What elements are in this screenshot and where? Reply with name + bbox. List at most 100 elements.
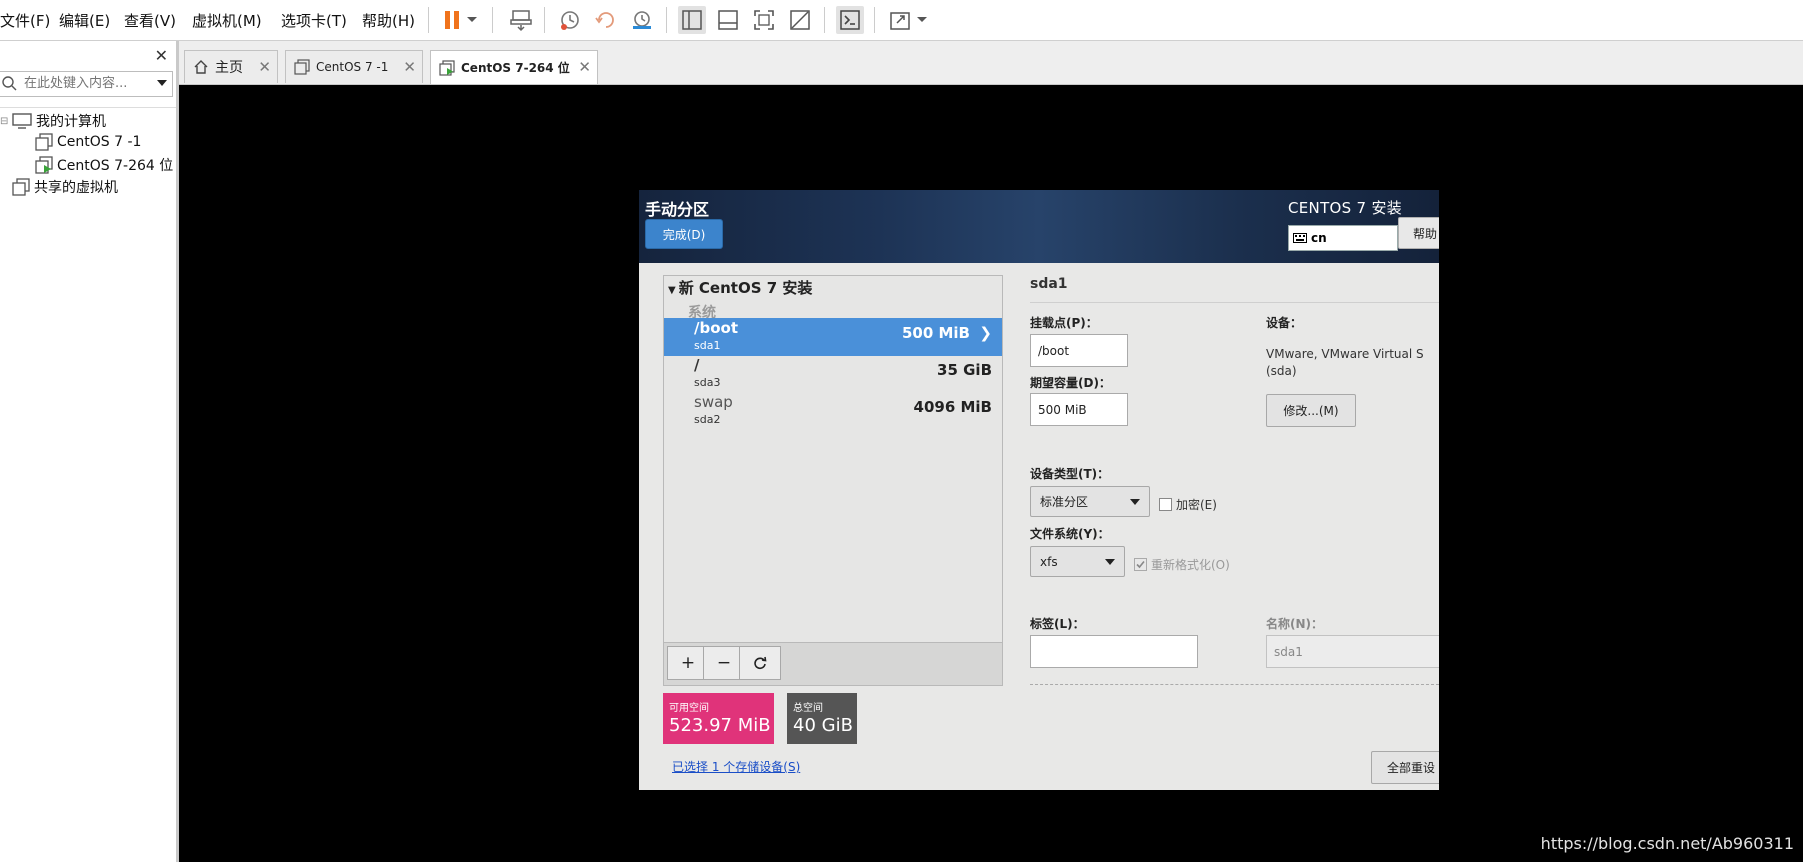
tree-item-label: CentOS 7 -1: [57, 134, 142, 150]
storage-device-link[interactable]: 已选择 1 个存储设备(S): [672, 758, 800, 775]
mount-point-input[interactable]: [1030, 334, 1128, 367]
fullscreen-icon[interactable]: [750, 6, 778, 34]
encrypt-label: 加密(E): [1176, 498, 1217, 512]
filesystem-label: 文件系统(Y)：: [1030, 527, 1110, 541]
close-icon[interactable]: ✕: [403, 58, 416, 76]
partition-device: sda3: [694, 376, 721, 389]
snapshot-icon[interactable]: [556, 6, 584, 34]
encrypt-checkbox[interactable]: 加密(E): [1159, 496, 1217, 513]
install-group-header[interactable]: ▼ 新 CentOS 7 安装: [668, 277, 812, 298]
page-title: 手动分区: [645, 200, 710, 219]
send-ctrl-alt-del-icon[interactable]: [507, 6, 535, 34]
menu-tabs[interactable]: 选项卡(T): [281, 10, 347, 31]
menu-file[interactable]: 文件(F): [0, 10, 50, 31]
thumbnail-view-icon[interactable]: [714, 6, 742, 34]
divider: [0, 107, 176, 108]
tab-label: 主页: [215, 60, 243, 76]
library-view-icon[interactable]: [678, 6, 706, 34]
partition-list-pane: ▼ 新 CentOS 7 安装 系统 /boot sda1 500 MiB ❯ /…: [663, 275, 1003, 686]
toolbar-separator: [874, 7, 875, 33]
keyboard-layout-label: cn: [1311, 231, 1327, 245]
library-search: [0, 71, 173, 97]
reset-all-button[interactable]: 全部重设: [1371, 751, 1439, 784]
device-label: 设备：: [1266, 316, 1303, 330]
reformat-checkbox[interactable]: 重新格式化(O): [1134, 556, 1230, 573]
filesystem-select[interactable]: xfs: [1030, 546, 1125, 577]
partition-row-root[interactable]: / sda3 35 GiB: [664, 355, 1002, 393]
tab-label: CentOS 7 -1: [316, 60, 389, 74]
keyboard-icon: [1293, 233, 1307, 243]
desired-capacity-label: 期望容量(D)：: [1030, 376, 1111, 390]
console-icon[interactable]: [836, 6, 864, 34]
tree-item-shared[interactable]: 共享的虚拟机: [12, 177, 118, 197]
snapshot-manager-icon[interactable]: [628, 6, 656, 34]
menu-help[interactable]: 帮助(H): [362, 10, 415, 31]
dropdown-arrow-icon[interactable]: [914, 6, 930, 34]
keyboard-layout-indicator[interactable]: cn: [1288, 225, 1398, 251]
pause-icon[interactable]: [438, 6, 466, 34]
tree-item-vm[interactable]: CentOS 7 -1: [35, 133, 141, 151]
tree-item-label: 共享的虚拟机: [34, 180, 118, 196]
install-group-label: 新 CentOS 7 安装: [678, 279, 813, 297]
device-type-value: 标准分区: [1040, 495, 1089, 509]
divider: [1030, 302, 1439, 303]
collapse-icon[interactable]: ⊟: [0, 116, 8, 127]
expand-triangle-icon[interactable]: ▼: [668, 285, 676, 296]
partition-detail-title: sda1: [1030, 276, 1068, 292]
reset-partition-button[interactable]: [739, 646, 781, 680]
stretch-icon[interactable]: [886, 6, 914, 34]
tree-item-label: CentOS 7-264 位: [57, 158, 174, 174]
toolbar-separator: [666, 7, 667, 33]
vm-running-icon: [439, 59, 455, 76]
shared-vm-icon: [12, 178, 30, 196]
filesystem-value: xfs: [1040, 554, 1058, 569]
search-icon: [2, 76, 17, 91]
partition-device: sda1: [694, 339, 721, 352]
menu-vm[interactable]: 虚拟机(M): [192, 10, 262, 31]
partition-toolbar: + −: [664, 642, 1002, 685]
search-input[interactable]: [24, 73, 144, 93]
tab-centos-264[interactable]: CentOS 7-264 位 ✕: [430, 50, 598, 84]
revert-snapshot-icon[interactable]: [592, 6, 620, 34]
done-button[interactable]: 完成(D): [645, 219, 723, 249]
partition-mount: /boot: [694, 319, 738, 337]
available-space-indicator: 可用空间 523.97 MiB: [663, 693, 774, 744]
minus-icon: −: [716, 653, 732, 673]
help-button[interactable]: 帮助: [1398, 217, 1439, 249]
device-type-select[interactable]: 标准分区: [1030, 486, 1150, 517]
unity-icon[interactable]: [786, 6, 814, 34]
name-label: 名称(N)：: [1266, 617, 1324, 631]
partition-size: 35 GiB: [937, 361, 992, 379]
mount-point-label: 挂载点(P)：: [1030, 316, 1098, 330]
product-title: CENTOS 7 安装: [1288, 199, 1403, 217]
device-description: VMware, VMware Virtual S (sda): [1266, 347, 1424, 378]
partition-row-swap[interactable]: swap sda2 4096 MiB: [664, 392, 1002, 430]
refresh-icon: [754, 656, 767, 670]
tag-input[interactable]: [1030, 635, 1198, 668]
vm-icon: [294, 59, 310, 75]
modify-device-button[interactable]: 修改...(M): [1266, 394, 1356, 427]
reformat-label: 重新格式化(O): [1151, 558, 1230, 572]
library-sidebar: ✕ ⊟ 我的计算机 CentOS 7 -1 CentOS 7-264 位 共享的…: [0, 41, 179, 862]
available-space-label: 可用空间: [669, 703, 709, 714]
menu-view[interactable]: 查看(V): [124, 10, 176, 31]
toolbar-separator: [428, 7, 429, 33]
menu-edit[interactable]: 编辑(E): [59, 10, 110, 31]
desired-capacity-input[interactable]: [1030, 393, 1128, 426]
total-space-label: 总空间: [793, 703, 823, 714]
name-input[interactable]: [1266, 635, 1439, 668]
chevron-down-icon[interactable]: [156, 79, 168, 87]
close-icon[interactable]: ✕: [578, 58, 591, 76]
chevron-right-icon: ❯: [979, 324, 992, 342]
tree-item-my-computer[interactable]: ⊟ 我的计算机: [0, 111, 106, 131]
device-type-label: 设备类型(T)：: [1030, 467, 1110, 481]
close-icon[interactable]: ✕: [258, 58, 271, 76]
tree-item-vm-running[interactable]: CentOS 7-264 位: [35, 155, 173, 175]
tab-home[interactable]: 主页 ✕: [184, 50, 278, 83]
tab-centos-1[interactable]: CentOS 7 -1 ✕: [285, 50, 423, 83]
close-icon[interactable]: ✕: [155, 46, 168, 65]
computer-icon: [12, 113, 32, 129]
partition-row-boot[interactable]: /boot sda1 500 MiB ❯: [664, 318, 1002, 356]
plus-icon: +: [680, 653, 696, 673]
dropdown-arrow-icon[interactable]: [464, 6, 480, 34]
